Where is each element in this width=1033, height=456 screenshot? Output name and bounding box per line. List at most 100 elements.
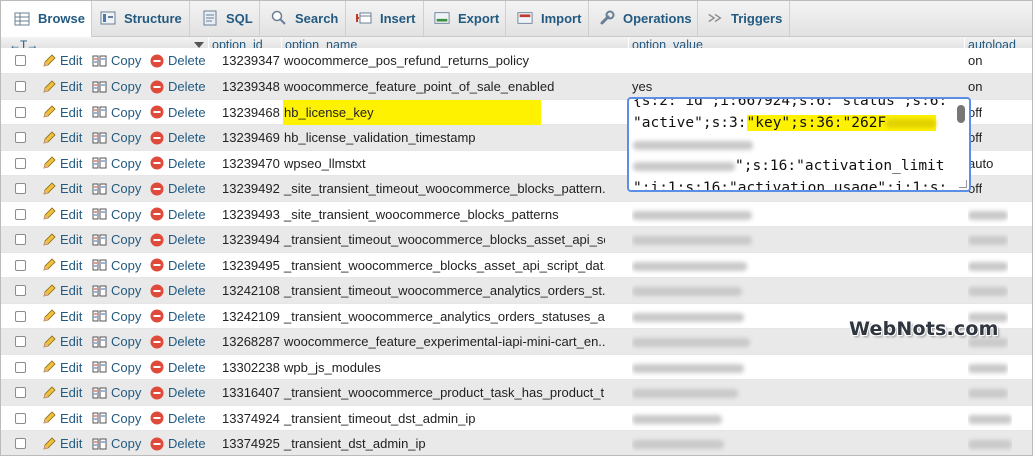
delete-icon (150, 284, 164, 298)
copy-link[interactable]: Copy (92, 125, 141, 150)
row-checkbox[interactable] (15, 387, 26, 398)
copy-icon (92, 182, 107, 196)
copy-link[interactable]: Copy (92, 48, 141, 73)
option-id-cell: 13239348 (222, 79, 280, 94)
edit-link[interactable]: Edit (42, 253, 82, 278)
copy-link[interactable]: Copy (92, 406, 141, 431)
tab-search[interactable]: Search (260, 0, 346, 36)
copy-link[interactable]: Copy (92, 227, 141, 252)
edit-link[interactable]: Edit (42, 431, 82, 456)
copy-link[interactable]: Copy (92, 100, 141, 125)
delete-link[interactable]: Delete (150, 74, 206, 99)
option-name-cell: _transient_timeout_dst_admin_ip (284, 410, 476, 426)
resize-grip-icon[interactable] (959, 180, 967, 188)
tab-insert[interactable]: Insert (346, 0, 424, 36)
pencil-icon (42, 385, 56, 400)
tab-operations[interactable]: Operations (589, 0, 698, 36)
edit-link[interactable]: Edit (42, 278, 82, 303)
tab-export[interactable]: Export (424, 0, 506, 36)
row-checkbox[interactable] (15, 285, 26, 296)
option-name-cell: _transient_woocommerce_analytics_orders_… (284, 308, 605, 324)
edit-link[interactable]: Edit (42, 304, 82, 329)
table-row: Edit Copy Delete 13374925 _transient_dst… (0, 431, 1033, 456)
delete-link[interactable]: Delete (150, 253, 206, 278)
row-checkbox[interactable] (15, 361, 26, 373)
edit-link[interactable]: Edit (42, 406, 82, 431)
edit-link[interactable]: Edit (42, 48, 82, 73)
row-checkbox[interactable] (15, 234, 26, 245)
row-checkbox[interactable] (15, 81, 26, 92)
copy-link[interactable]: Copy (92, 253, 141, 278)
delete-link[interactable]: Delete (150, 202, 206, 227)
pencil-icon (42, 130, 56, 145)
copy-link[interactable]: Copy (92, 329, 141, 354)
tab-triggers[interactable]: Triggers (698, 0, 790, 36)
copy-link[interactable]: Copy (92, 431, 141, 456)
delete-link[interactable]: Delete (150, 151, 206, 176)
delete-link[interactable]: Delete (150, 100, 206, 125)
copy-link[interactable]: Copy (92, 380, 141, 405)
edit-link[interactable]: Edit (42, 151, 82, 176)
search-icon (271, 10, 287, 26)
delete-link[interactable]: Delete (150, 125, 206, 150)
delete-link[interactable]: Delete (150, 406, 206, 431)
row-checkbox[interactable] (15, 259, 26, 271)
tab-structure[interactable]: Structure (92, 0, 190, 36)
delete-link[interactable]: Delete (150, 48, 206, 73)
delete-link[interactable]: Delete (150, 278, 206, 303)
copy-link[interactable]: Copy (92, 74, 141, 99)
edit-link[interactable]: Edit (42, 227, 82, 252)
delete-link[interactable]: Delete (150, 355, 206, 380)
pencil-icon (42, 53, 56, 68)
copy-link[interactable]: Copy (92, 304, 141, 329)
option-id-cell: 13239494 (222, 232, 280, 247)
copy-icon (92, 437, 107, 451)
delete-link[interactable]: Delete (150, 227, 206, 252)
copy-link[interactable]: Copy (92, 278, 141, 303)
copy-link[interactable]: Copy (92, 151, 141, 176)
edit-link[interactable]: Edit (42, 125, 82, 150)
row-checkbox[interactable] (15, 55, 26, 66)
tab-browse[interactable]: Browse (0, 0, 92, 37)
edit-link[interactable]: Edit (42, 380, 82, 405)
row-checkbox[interactable] (15, 106, 26, 118)
edit-link[interactable]: Edit (42, 74, 82, 99)
triggers-icon (707, 10, 723, 26)
copy-icon (92, 105, 107, 119)
delete-link[interactable]: Delete (150, 431, 206, 456)
option-value-cell: yes (632, 79, 653, 94)
copy-link[interactable]: Copy (92, 176, 141, 201)
delete-link[interactable]: Delete (150, 304, 206, 329)
tab-sql[interactable]: SQL (190, 0, 260, 36)
row-checkbox[interactable] (15, 336, 26, 347)
row-checkbox[interactable] (15, 438, 26, 449)
option-value-editor[interactable]: {s:2:"id";i:667924;s:6:"status";s:6: "ac… (627, 97, 971, 192)
row-checkbox[interactable] (15, 310, 26, 322)
row-checkbox[interactable] (15, 208, 26, 220)
delete-link[interactable]: Delete (150, 380, 206, 405)
tab-import[interactable]: Import (506, 0, 589, 36)
redacted-value (632, 440, 724, 450)
delete-link[interactable]: Delete (150, 329, 206, 354)
option-name-cell: woocommerce_feature_point_of_sale_enable… (284, 79, 555, 94)
row-checkbox[interactable] (15, 183, 26, 194)
edit-link[interactable]: Edit (42, 100, 82, 125)
editor-scrollbar[interactable] (957, 105, 965, 123)
redacted-value (632, 210, 752, 220)
copy-link[interactable]: Copy (92, 202, 141, 227)
option-name-cell: _site_transient_timeout_woocommerce_bloc… (284, 181, 605, 196)
edit-link[interactable]: Edit (42, 329, 82, 354)
row-checkbox[interactable] (15, 412, 26, 424)
delete-link[interactable]: Delete (150, 176, 206, 201)
row-checkbox[interactable] (15, 157, 26, 169)
edit-link[interactable]: Edit (42, 202, 82, 227)
export-icon (434, 10, 450, 26)
autoload-cell (968, 227, 1008, 252)
edit-link[interactable]: Edit (42, 355, 82, 380)
delete-icon (150, 80, 164, 94)
copy-link[interactable]: Copy (92, 355, 141, 380)
row-checkbox[interactable] (15, 132, 26, 143)
delete-icon (150, 360, 164, 374)
redacted-value (968, 210, 1008, 220)
edit-link[interactable]: Edit (42, 176, 82, 201)
